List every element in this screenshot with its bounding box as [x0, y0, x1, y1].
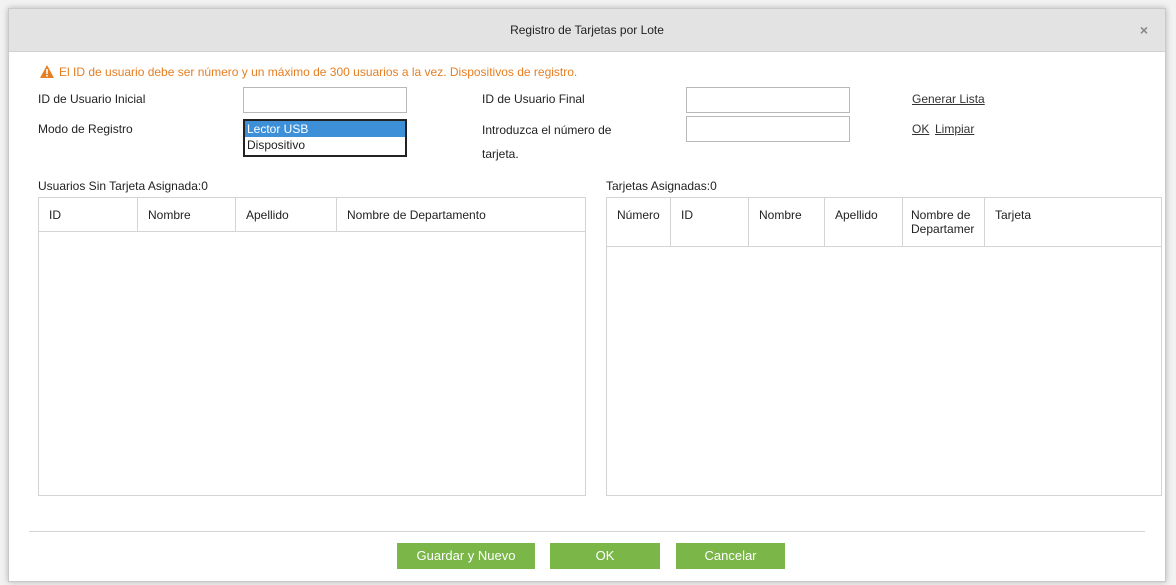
dialog-title: Registro de Tarjetas por Lote	[510, 23, 664, 37]
column-header[interactable]: Apellido	[825, 198, 903, 246]
registration-mode-listbox[interactable]: Lector USB Dispositivo	[243, 119, 407, 157]
dialog-titlebar: Registro de Tarjetas por Lote ×	[9, 9, 1165, 52]
ok-link[interactable]: OK	[912, 121, 929, 137]
column-header[interactable]: ID	[39, 198, 138, 231]
end-user-id-input[interactable]	[686, 87, 850, 113]
close-icon[interactable]: ×	[1137, 23, 1151, 37]
unassigned-users-table: ID Nombre Apellido Nombre de Departament…	[38, 197, 586, 496]
column-header-department[interactable]: Nombre de Departamer	[903, 198, 985, 246]
warning-triangle-icon	[40, 65, 54, 78]
left-table-caption: Usuarios Sin Tarjeta Asignada:0	[38, 179, 208, 193]
column-header[interactable]: Nombre de Departamento	[337, 198, 585, 231]
generate-list-link[interactable]: Generar Lista	[912, 91, 985, 107]
mode-option-device[interactable]: Dispositivo	[245, 137, 405, 153]
column-header[interactable]: Número	[607, 198, 671, 246]
warning-message: El ID de usuario debe ser número y un má…	[40, 64, 577, 80]
column-header[interactable]: ID	[671, 198, 749, 246]
batch-card-registration-dialog: Registro de Tarjetas por Lote × El ID de…	[8, 8, 1166, 582]
start-user-id-input[interactable]	[243, 87, 407, 113]
warning-text: El ID de usuario debe ser número y un má…	[59, 65, 578, 79]
ok-button[interactable]: OK	[550, 543, 660, 569]
department-header-line2: Departamer	[911, 222, 975, 236]
start-user-id-label: ID de Usuario Inicial	[38, 92, 146, 106]
column-header[interactable]: Tarjeta	[985, 198, 1161, 246]
table-header: Número ID Nombre Apellido Nombre de Depa…	[607, 198, 1161, 247]
column-header[interactable]: Nombre	[749, 198, 825, 246]
registration-mode-label: Modo de Registro	[38, 122, 133, 136]
save-and-new-button[interactable]: Guardar y Nuevo	[397, 543, 535, 569]
cancel-button[interactable]: Cancelar	[676, 543, 785, 569]
table-header: ID Nombre Apellido Nombre de Departament…	[39, 198, 585, 232]
department-header-line1: Nombre de	[911, 208, 971, 222]
clear-link[interactable]: Limpiar	[935, 121, 974, 137]
card-number-label-line1: Introduzca el número de	[482, 123, 612, 137]
column-header[interactable]: Apellido	[236, 198, 337, 231]
footer-divider	[29, 531, 1145, 532]
column-header[interactable]: Nombre	[138, 198, 236, 231]
card-number-label-line2: tarjeta.	[482, 147, 519, 161]
assigned-cards-table: Número ID Nombre Apellido Nombre de Depa…	[606, 197, 1162, 496]
end-user-id-label: ID de Usuario Final	[482, 92, 585, 106]
card-number-input[interactable]	[686, 116, 850, 142]
right-table-caption: Tarjetas Asignadas:0	[606, 179, 717, 193]
mode-option-usb-reader[interactable]: Lector USB	[245, 121, 405, 137]
